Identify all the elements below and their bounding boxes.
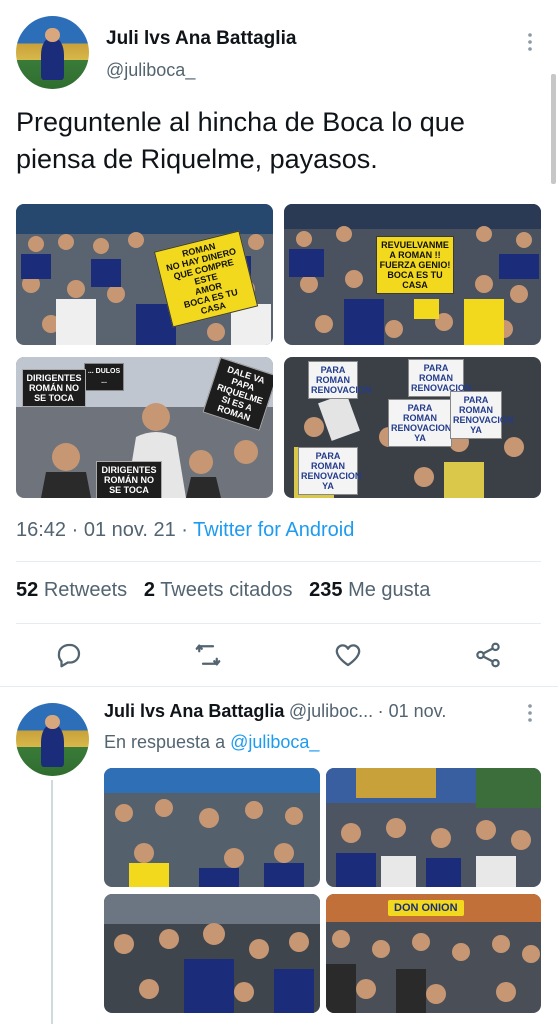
divider — [16, 623, 541, 624]
author-name[interactable]: Juli lvs Ana Battaglia — [106, 28, 296, 50]
retweets-stat[interactable]: 52 Retweets — [16, 579, 127, 601]
reply-to-link[interactable]: @juliboca_ — [230, 732, 319, 752]
likes-label: Me gusta — [348, 579, 431, 601]
likes-stat[interactable]: 235 Me gusta — [309, 579, 430, 601]
retweet-icon[interactable] — [193, 640, 223, 670]
reply-more-icon[interactable] — [520, 702, 540, 724]
tweet-stats: 52 Retweets 2 Tweets citados 235 Me gust… — [16, 579, 430, 602]
tweet-photo-3[interactable]: ... DULOS ... DIRIGENTES ROMÁN NO SE TOC… — [16, 357, 273, 498]
banner-sign: DIRIGENTES ROMÁN NO SE TOCA — [22, 369, 86, 407]
reply-photo-1[interactable] — [104, 768, 320, 887]
banner-sign: PARA ROMAN RENOVACION YA — [298, 447, 361, 495]
quotes-label: Tweets citados — [160, 579, 293, 601]
reply-context: En respuesta a @juliboca_ — [104, 732, 319, 753]
likes-count: 235 — [309, 579, 343, 601]
reply-date[interactable]: · 01 nov. — [378, 701, 447, 721]
avatar-head — [45, 27, 60, 43]
author-avatar[interactable] — [16, 16, 89, 89]
tweet-text-line1: Preguntenle al hincha de Boca lo que — [16, 107, 465, 137]
tweet-timestamp: 16:42 · 01 nov. 21 · — [16, 519, 194, 541]
banner-sign: PARA ROMAN RENOVACION YA — [450, 391, 513, 439]
reply-author-avatar[interactable] — [16, 703, 89, 776]
tweet-timestamp-line: 16:42 · 01 nov. 21 · Twitter for Android — [16, 519, 354, 542]
reply-header: Juli lvs Ana Battaglia @juliboc... · 01 … — [104, 701, 544, 722]
more-vertical-icon[interactable] — [520, 30, 540, 54]
quotes-count: 2 — [143, 579, 155, 601]
reply-photo-3[interactable] — [104, 894, 320, 1013]
avatar-figure — [40, 724, 65, 768]
author-handle[interactable]: @juliboca_ — [106, 60, 195, 81]
retweets-label: Retweets — [43, 579, 128, 601]
avatar-figure — [40, 37, 65, 81]
retweets-count: 52 — [16, 579, 39, 601]
like-icon[interactable] — [333, 640, 363, 670]
tweet-photo-2[interactable]: REVUELVANME A ROMAN !! FUERZA GENIO! BOC… — [284, 204, 541, 345]
thread-line — [51, 780, 53, 1024]
divider — [16, 561, 541, 562]
banner-sign: PARA ROMAN RENOVACION — [308, 361, 371, 399]
reply-photo-4[interactable]: DON ONION — [326, 894, 541, 1013]
banner-sign: REVUELVANME A ROMAN !! FUERZA GENIO! BOC… — [376, 236, 454, 294]
tweet-photo-4[interactable]: PARA ROMAN RENOVACION PARA ROMAN RENOVAC… — [284, 357, 541, 498]
tweet-source-link[interactable]: Twitter for Android — [193, 519, 354, 541]
banner-sign: DIRIGENTES ROMÁN NO SE TOCA — [96, 461, 162, 498]
quotes-stat[interactable]: 2 Tweets citados — [144, 579, 293, 601]
reply-photo-2[interactable] — [326, 768, 541, 887]
reply-author-handle[interactable]: @juliboc... — [289, 701, 373, 721]
banner-sign: ... DULOS ... — [84, 363, 124, 391]
reply-prefix: En respuesta a — [104, 732, 231, 752]
scrollbar[interactable] — [551, 74, 556, 184]
tweet-text-line2: piensa de Riquelme, payasos. — [16, 144, 378, 174]
tweet-photo-1[interactable]: ROMAN NO HAY DINERO QUE COMPRE ESTE AMOR… — [16, 204, 273, 345]
tweet-text: Preguntenle al hincha de Boca lo que pie… — [16, 104, 541, 178]
divider — [0, 686, 558, 687]
banner-sign: PARA ROMAN RENOVACION YA — [388, 399, 452, 447]
banner-text: DON ONION — [388, 900, 464, 916]
share-icon[interactable] — [473, 640, 503, 670]
reply-icon[interactable] — [54, 640, 84, 670]
avatar-head — [45, 714, 60, 730]
reply-author-name[interactable]: Juli lvs Ana Battaglia — [104, 701, 284, 721]
